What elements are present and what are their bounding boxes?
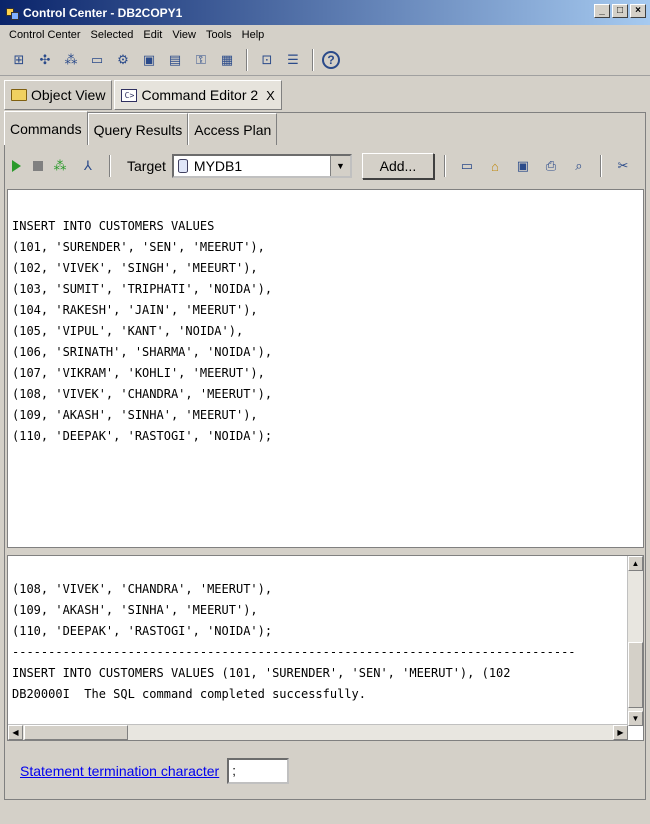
tab-access-plan[interactable]: Access Plan	[188, 113, 278, 145]
target-select[interactable]: MYDB1 ▼	[171, 154, 352, 178]
close-button[interactable]: ×	[630, 4, 646, 18]
menu-tools[interactable]: Tools	[201, 29, 237, 41]
access-plan-icon[interactable]: ⁂	[49, 155, 71, 177]
editor-subtabs: Commands Query Results Access Plan	[4, 111, 278, 145]
journal-icon[interactable]: ▤	[164, 49, 186, 71]
menu-edit[interactable]: Edit	[138, 29, 167, 41]
main-toolbar: ⊞ ✣ ⁂ ▭ ⚙ ▣ ▤ ⚿ ▦ ⊡ ☰ ?	[0, 44, 650, 76]
output-line: (108, 'VIVEK', 'CHANDRA', 'MEERUT'),	[12, 582, 273, 596]
minimize-button[interactable]: _	[594, 4, 610, 18]
menu-selected[interactable]: Selected	[86, 29, 139, 41]
print-icon[interactable]: ⎙	[540, 155, 562, 177]
replication-icon[interactable]: ✣	[34, 49, 56, 71]
tab-object-view[interactable]: Object View	[4, 80, 113, 110]
add-button[interactable]: Add...	[361, 153, 434, 179]
object-tree-icon[interactable]: ⊞	[8, 49, 30, 71]
output-line: (109, 'AKASH', 'SINHA', 'MEERUT'),	[12, 603, 258, 617]
find-icon[interactable]: ⌕	[568, 155, 590, 177]
app-icon	[5, 6, 19, 20]
editor-line: (105, 'VIPUL', 'KANT', 'NOIDA'),	[12, 324, 244, 338]
health-center-icon[interactable]: ▣	[138, 49, 160, 71]
editor-line: (101, 'SURENDER', 'SEN', 'MEERUT'),	[12, 240, 265, 254]
menu-control-center[interactable]: Control Center	[4, 29, 86, 41]
legend-icon[interactable]: ☰	[282, 49, 304, 71]
help-icon[interactable]: ?	[322, 50, 340, 69]
satellite-icon[interactable]: ⁂	[60, 49, 82, 71]
target-label: Target	[127, 158, 166, 174]
window-controls: _ □ ×	[594, 4, 646, 18]
database-icon	[177, 159, 188, 173]
toolbar-separator	[312, 48, 314, 71]
output-line: ----------------------------------------…	[12, 645, 576, 659]
vertical-scroll-thumb[interactable]	[628, 642, 643, 708]
sql-editor[interactable]: INSERT INTO CUSTOMERS VALUES (101, 'SUREN…	[7, 189, 644, 548]
menu-bar: Control Center Selected Edit View Tools …	[0, 25, 650, 44]
execute-icon[interactable]	[12, 160, 21, 172]
editor-line: (102, 'VIVEK', 'SINGH', 'MEEURT'),	[12, 261, 258, 275]
tab-command-editor-label: Command Editor 2	[141, 87, 259, 103]
task-center-icon[interactable]: ⚙	[112, 49, 134, 71]
output-line: (110, 'DEEPAK', 'RASTOGI', 'NOIDA');	[12, 624, 273, 638]
scroll-left-button[interactable]: ◀	[8, 725, 23, 740]
statement-termination-input[interactable]: ;	[227, 758, 290, 784]
license-center-icon[interactable]: ⚿	[190, 49, 212, 71]
cut-icon[interactable]: ✂	[612, 155, 634, 177]
scroll-down-button[interactable]: ▼	[628, 711, 643, 726]
editor-line: (109, 'AKASH', 'SINHA', 'MEERUT'),	[12, 408, 258, 422]
tab-query-results[interactable]: Query Results	[87, 113, 189, 145]
editor-line: (103, 'SUMIT', 'TRIPHATI', 'NOIDA'),	[12, 282, 273, 296]
vertical-scrollbar[interactable]: ▲ ▼	[627, 556, 643, 726]
stop-icon[interactable]	[33, 161, 43, 171]
editor-line: (106, 'SRINATH', 'SHARMA', 'NOIDA'),	[12, 345, 273, 359]
menu-help[interactable]: Help	[237, 29, 270, 41]
maximize-button[interactable]: □	[612, 4, 628, 18]
configuration-assistant-icon[interactable]: ▦	[216, 49, 238, 71]
scroll-right-button[interactable]: ▶	[613, 725, 628, 740]
editor-line: (104, 'RAKESH', 'JAIN', 'MEERUT'),	[12, 303, 258, 317]
horizontal-scroll-thumb[interactable]	[24, 725, 128, 740]
close-tab-button[interactable]: X	[266, 88, 275, 103]
statement-termination-link[interactable]: Statement termination character	[20, 763, 219, 779]
command-editor-icon: C>	[121, 88, 138, 102]
editor-line: (108, 'VIVEK', 'CHANDRA', 'MEERUT'),	[12, 387, 273, 401]
output-text: (108, 'VIVEK', 'CHANDRA', 'MEERUT'), (109…	[12, 558, 627, 724]
tab-commands[interactable]: Commands	[4, 111, 88, 145]
tab-object-view-label: Object View	[31, 87, 106, 103]
output-pane[interactable]: (108, 'VIVEK', 'CHANDRA', 'MEERUT'), (109…	[7, 555, 644, 741]
output-line: DB20000I The SQL command completed succe…	[12, 687, 367, 701]
explain-icon[interactable]: ⅄	[77, 155, 99, 177]
folder-icon	[11, 89, 27, 101]
open-icon[interactable]: ⌂	[484, 155, 506, 177]
toolbar-separator	[109, 155, 111, 177]
target-value: MYDB1	[193, 158, 243, 174]
editor-line: (107, 'VIKRAM', 'KOHLI', 'MEERUT'),	[12, 366, 265, 380]
editor-toolbar: ⁂ ⅄ Target MYDB1 ▼ Add... ▭ ⌂ ▣ ⎙ ⌕ ✂	[6, 148, 646, 184]
tools-settings-icon[interactable]: ⊡	[256, 49, 278, 71]
command-editor-icon[interactable]: ▭	[86, 49, 108, 71]
statement-termination-row: Statement termination character ;	[20, 758, 290, 784]
toolbar-separator	[443, 155, 446, 177]
view-tabs: Object View C> Command Editor 2 X	[4, 80, 282, 110]
menu-view[interactable]: View	[167, 29, 201, 41]
output-line: INSERT INTO CUSTOMERS VALUES (101, 'SURE…	[12, 666, 511, 680]
scroll-up-button[interactable]: ▲	[628, 556, 643, 571]
toolbar-separator	[599, 155, 602, 177]
title-bar: Control Center - DB2COPY1 _ □ ×	[0, 0, 650, 25]
editor-line: INSERT INTO CUSTOMERS VALUES	[12, 219, 215, 233]
editor-line: (110, 'DEEPAK', 'RASTOGI', 'NOIDA');	[12, 429, 273, 443]
command-window-icon[interactable]: ▭	[456, 155, 478, 177]
save-icon[interactable]: ▣	[512, 155, 534, 177]
chevron-down-icon[interactable]: ▼	[329, 156, 350, 176]
toolbar-separator	[246, 48, 248, 71]
tab-command-editor[interactable]: C> Command Editor 2 X	[114, 80, 282, 110]
horizontal-scrollbar[interactable]: ◀ ▶	[8, 724, 628, 740]
window-title: Control Center - DB2COPY1	[23, 5, 183, 20]
